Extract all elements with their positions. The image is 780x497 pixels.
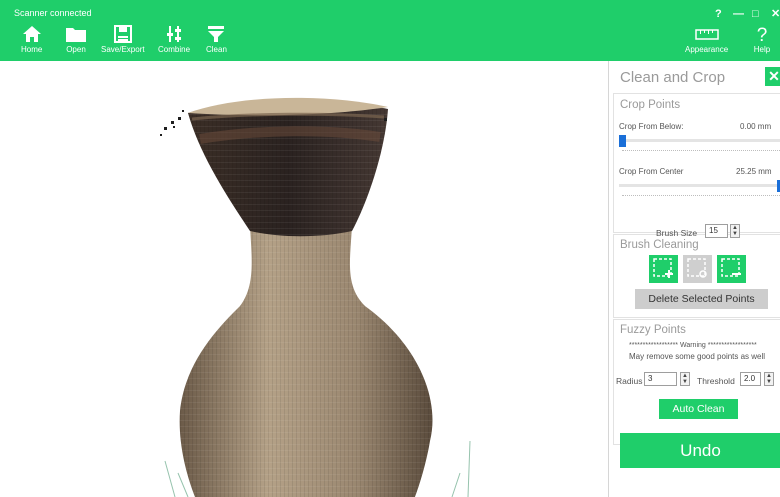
floppy-disk-icon [113,25,132,43]
3d-viewport[interactable] [0,61,608,497]
help-question-button[interactable]: ? [715,7,722,21]
fuzzy-warning-detail: May remove some good points as well [629,352,766,361]
close-panel-button[interactable]: ✕ [765,67,780,86]
crop-center-value: 25.25 mm [736,167,772,176]
clean-button[interactable]: Clean [206,25,227,59]
ruler-icon [694,29,719,40]
select-add-icon [653,258,673,278]
top-toolbar: Scanner connected ? — □ ✕ Home Open Save… [0,0,780,61]
home-label: Home [21,45,43,54]
threshold-label: Threshold [697,376,735,386]
crop-center-slider[interactable] [619,184,780,187]
combine-button[interactable]: Combine [158,25,190,59]
select-remove-icon [721,258,741,277]
undo-button[interactable]: Undo [620,433,780,468]
crop-below-ticks [622,150,780,153]
crop-below-thumb[interactable] [619,135,626,147]
close-x-icon: ✕ [768,68,780,84]
appearance-button[interactable]: Appearance [685,25,728,59]
question-icon: ? [757,25,768,43]
open-button[interactable]: Open [65,25,87,59]
brush-size-label: Brush Size [656,228,698,238]
select-brush-icon [687,258,707,278]
crop-center-label: Crop From Center [619,167,684,176]
brush-size-input[interactable]: 15 [705,224,728,238]
radius-stepper[interactable]: ▲ ▼ [680,372,690,386]
funnel-icon [208,26,225,42]
crop-below-value: 0.00 mm [740,122,772,131]
save-export-label: Save/Export [101,45,145,54]
scanner-status: Scanner connected [14,8,92,18]
open-label: Open [66,45,86,54]
crop-points-section: Crop Points Crop From Below: 0.00 mm Cro… [613,93,780,233]
maximize-button[interactable]: □ [752,7,759,21]
select-remove-button[interactable] [717,255,746,283]
appearance-label: Appearance [685,45,729,54]
svg-text:?: ? [757,25,768,43]
auto-clean-button[interactable]: Auto Clean [659,399,738,419]
radius-input[interactable]: 3 [644,372,677,386]
brush-cleaning-title: Brush Cleaning [620,239,699,251]
save-export-button[interactable]: Save/Export [101,25,145,59]
clean-crop-panel: Clean and Crop ✕ Crop Points Crop From B… [608,61,780,497]
fuzzy-points-title: Fuzzy Points [620,324,686,336]
scanned-vase-model[interactable] [0,61,608,497]
home-icon [22,26,41,42]
crop-below-slider[interactable] [619,139,780,142]
delete-selected-button[interactable]: Delete Selected Points [635,289,768,309]
home-button[interactable]: Home [21,25,42,59]
radius-label: Radius [616,376,643,386]
panel-title: Clean and Crop [620,69,726,86]
combine-label: Combine [158,45,191,54]
select-brush-button[interactable] [683,255,712,283]
help-button[interactable]: ? Help [753,25,771,59]
clean-label: Clean [206,45,227,54]
help-label: Help [753,45,771,54]
select-add-button[interactable] [649,255,678,283]
threshold-stepper[interactable]: ▲ ▼ [764,372,774,386]
minimize-button[interactable]: — [733,7,744,21]
crop-below-label: Crop From Below: [619,122,684,131]
crop-center-ticks [622,195,780,198]
folder-icon [66,28,86,42]
crop-points-title: Crop Points [620,99,681,111]
fuzzy-warning: ****************** Warning *************… [629,342,757,349]
threshold-input[interactable]: 2.0 [740,372,761,386]
brush-size-stepper[interactable]: ▲ ▼ [730,224,740,238]
combine-icon [167,26,181,42]
app-window: Scanner connected ? — □ ✕ Home Open Save… [0,0,780,497]
close-window-button[interactable]: ✕ [771,7,780,21]
